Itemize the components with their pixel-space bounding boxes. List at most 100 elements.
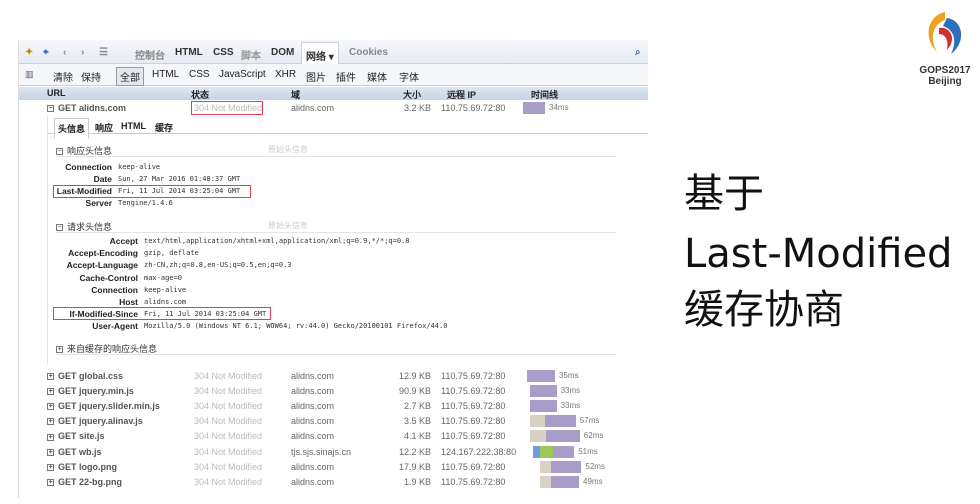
tab-cookies[interactable]: Cookies	[349, 47, 388, 58]
section-title: 来自缓存的响应头信息	[67, 344, 158, 354]
tab-html[interactable]: HTML	[175, 47, 203, 58]
collapse-icon[interactable]: −	[47, 105, 54, 113]
expand-icon[interactable]: +	[47, 388, 54, 396]
expand-icon[interactable]: +	[47, 418, 54, 426]
slide-title-line2: Last-Modified	[684, 231, 953, 277]
request-status: 304 Not Modified	[194, 446, 263, 457]
request-size: 3.2 KB	[403, 103, 431, 113]
table-row[interactable]: + GET wb.js 304 Not Modified tjs.sjs.sinajs…	[19, 445, 648, 459]
request-time: 52ms	[585, 461, 605, 471]
filter-xhr[interactable]: XHR	[275, 69, 296, 80]
request-ip: 110.75.69.72:80	[441, 386, 506, 397]
request-url[interactable]: + GET logo.png	[47, 462, 117, 472]
filter-html[interactable]: HTML	[152, 69, 179, 80]
request-ip: 110.75.69.72:80	[441, 476, 506, 487]
timeline-segment-wait	[552, 445, 575, 458]
table-row[interactable]: + GET global.css 304 Not Modified alidns.co…	[19, 369, 648, 383]
request-url[interactable]: − GET alidns.com	[47, 103, 126, 113]
request-status: 304 Not Modified	[194, 476, 263, 487]
tab-html[interactable]: HTML	[118, 121, 149, 131]
request-domain: alidns.com	[291, 401, 335, 412]
tab-dom[interactable]: DOM	[271, 47, 294, 58]
filter-images[interactable]: 图片	[306, 69, 326, 84]
response-headers-section[interactable]: − 响应头信息 原始头信息	[56, 144, 616, 157]
request-time: 51ms	[578, 446, 598, 456]
expand-icon[interactable]: +	[47, 463, 54, 471]
timeline-segment-blocked	[539, 475, 551, 488]
table-row[interactable]: + GET jquery.alinav.js 304 Not Modified ali…	[19, 414, 648, 428]
cached-headers-section[interactable]: + 来自缓存的响应头信息	[56, 342, 616, 355]
request-domain: alidns.com	[291, 103, 335, 113]
request-url[interactable]: + GET global.css	[47, 371, 123, 381]
filter-media[interactable]: 媒体	[367, 69, 387, 84]
request-size: 4.1 KB	[403, 431, 431, 442]
back-icon[interactable]: ‹	[63, 47, 66, 58]
request-size: 17.9 KB	[399, 461, 432, 472]
request-url[interactable]: + GET jquery.slider.min.js	[47, 401, 160, 411]
tab-net[interactable]: 网络 ▾	[301, 42, 339, 64]
col-remote-ip[interactable]: 远程 IP	[447, 88, 476, 101]
timeline-segment-wait	[550, 475, 579, 488]
request-url[interactable]: + GET jquery.alinav.js	[47, 416, 143, 426]
raw-headers-link[interactable]: 原始头信息	[268, 220, 308, 231]
expand-icon[interactable]: +	[47, 373, 54, 381]
timeline-segment-connect	[539, 445, 553, 458]
tab-headers[interactable]: 头信息	[54, 118, 90, 139]
firebug-icon[interactable]: ✦	[25, 47, 33, 58]
table-row[interactable]: + GET site.js 304 Not Modified alidns.com 4.…	[19, 429, 648, 443]
table-row[interactable]: + GET logo.png 304 Not Modified alidns.com 1…	[19, 460, 648, 474]
request-url[interactable]: + GET 22-bg.png	[47, 477, 122, 487]
request-url[interactable]: + GET wb.js	[47, 447, 102, 457]
header-row: User-Agent Mozilla/5.0 (Windows NT 6.1; W…	[28, 321, 628, 333]
tab-cache[interactable]: 缓存	[152, 121, 176, 134]
col-domain[interactable]: 域	[291, 88, 300, 101]
table-row[interactable]: + GET jquery.min.js 304 Not Modified alidns…	[19, 384, 648, 398]
tab-console[interactable]: 控制台	[135, 47, 165, 62]
request-domain: alidns.com	[291, 431, 335, 442]
filter-all[interactable]: 全部	[116, 67, 144, 86]
persist-button[interactable]: 保持	[81, 69, 101, 84]
expand-icon[interactable]: +	[47, 448, 54, 456]
tab-css[interactable]: CSS	[213, 47, 234, 58]
table-row-main[interactable]: − GET alidns.com 304 Not Modified alidns.…	[19, 101, 648, 115]
tab-response[interactable]: 响应	[92, 121, 116, 134]
list-icon[interactable]: ☰	[99, 47, 108, 58]
col-timeline[interactable]: 时间线	[531, 88, 558, 101]
expand-icon[interactable]: +	[56, 346, 63, 354]
xhr-icon[interactable]: ▥	[25, 69, 34, 80]
collapse-icon[interactable]: −	[56, 148, 63, 156]
request-domain: alidns.com	[291, 476, 335, 487]
expand-icon[interactable]: +	[47, 403, 54, 411]
filter-css[interactable]: CSS	[189, 69, 210, 80]
raw-headers-link[interactable]: 原始头信息	[268, 144, 308, 155]
request-ip: 124.167.222.38:80	[441, 446, 517, 457]
expand-icon[interactable]: +	[47, 478, 54, 486]
request-domain: alidns.com	[291, 461, 335, 472]
request-status: 304 Not Modified	[194, 431, 263, 442]
filter-javascript[interactable]: JavaScript	[219, 69, 266, 80]
expand-icon[interactable]: +	[47, 433, 54, 441]
filter-fonts[interactable]: 字体	[399, 69, 419, 84]
request-headers-section[interactable]: − 请求头信息 原始头信息	[56, 220, 616, 233]
forward-icon[interactable]: ›	[81, 47, 84, 58]
inspect-icon[interactable]: ⌖	[43, 47, 49, 58]
filter-plugins[interactable]: 插件	[336, 69, 356, 84]
request-size: 2.7 KB	[403, 401, 431, 412]
header-name: Accept-Encoding	[68, 248, 138, 259]
table-row[interactable]: + GET 22-bg.png 304 Not Modified alidns.com…	[19, 475, 648, 489]
col-url[interactable]: URL	[47, 88, 66, 98]
search-icon[interactable]: ⌕	[635, 47, 641, 58]
header-value: gzip, deflate	[144, 249, 199, 258]
timeline-bar	[523, 102, 545, 114]
request-url[interactable]: + GET site.js	[47, 431, 105, 441]
gops-logo-icon	[928, 12, 962, 54]
request-url[interactable]: + GET jquery.min.js	[47, 386, 134, 396]
collapse-icon[interactable]: −	[56, 224, 63, 232]
timeline-bar	[533, 445, 575, 458]
table-row[interactable]: + GET jquery.slider.min.js 304 Not Modifie…	[19, 399, 648, 413]
col-size[interactable]: 大小	[403, 88, 421, 101]
request-status: 304 Not Modified	[194, 371, 263, 381]
tab-script[interactable]: 脚本	[241, 47, 261, 62]
col-status[interactable]: 状态	[191, 88, 209, 101]
clear-button[interactable]: 清除	[53, 69, 73, 84]
